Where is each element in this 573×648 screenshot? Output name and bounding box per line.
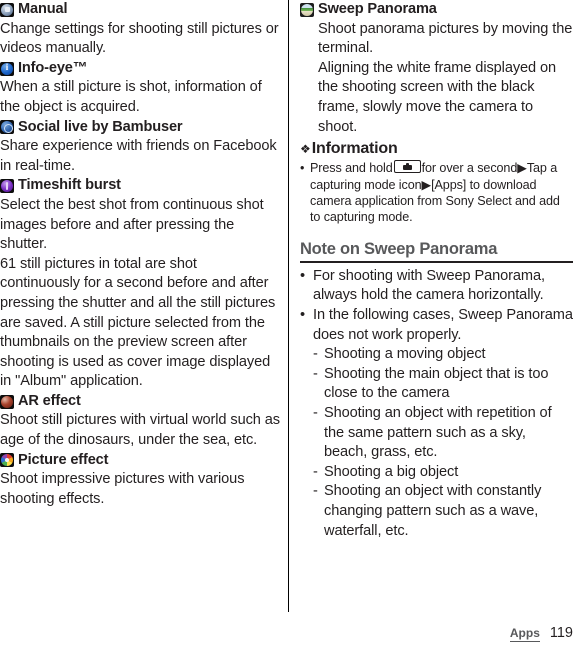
manual-dial-icon (0, 2, 14, 17)
info-eye-icon (0, 61, 14, 76)
entry-timeshift-burst-heading: Timeshift burst (0, 176, 280, 196)
note-sub-item: - Shooting the main object that is too c… (313, 365, 573, 404)
note-bullet-item: • For shooting with Sweep Panorama, alwa… (300, 267, 573, 306)
social-live-icon (0, 120, 14, 135)
note-sub-item: - Shooting a big object (313, 463, 573, 483)
note-bullet-text: In the following cases, Sweep Panorama d… (313, 306, 573, 343)
entry-ar-effect-title: AR effect (18, 392, 81, 409)
note-sub-text: Shooting the main object that is too clo… (324, 365, 549, 402)
diamond-bullet-icon: ❖ (300, 142, 311, 157)
entry-sweep-panorama-heading: Sweep Panorama (300, 0, 573, 20)
note-sub-item: - Shooting an object with constantly cha… (313, 482, 573, 541)
information-title: Information (311, 140, 398, 158)
note-bullet-item: • In the following cases, Sweep Panorama… (300, 306, 573, 541)
entry-timeshift-burst-body: Select the best shot from continuous sho… (0, 196, 264, 253)
bullet-glyph: • (300, 267, 306, 284)
entry-ar-effect-heading: AR effect (0, 392, 280, 412)
footer-page-number: 119 (549, 625, 573, 641)
dash-glyph: - (313, 463, 318, 480)
ar-effect-icon (0, 394, 14, 409)
dash-glyph: - (313, 346, 318, 363)
entry-social-live-body: Share experience with friends on Faceboo… (0, 138, 277, 174)
note-sub-text: Shooting an object with constantly chang… (324, 483, 542, 539)
dash-glyph: - (313, 404, 318, 421)
note-sub-item: - Shooting an object with repetition of … (313, 404, 573, 463)
entry-sweep-panorama: Sweep Panorama Shoot panorama pictures b… (300, 0, 573, 137)
dash-glyph: - (313, 483, 318, 500)
note-bullet-list: • For shooting with Sweep Panorama, alwa… (300, 267, 573, 541)
entry-info-eye-body: When a still picture is shot, informatio… (0, 79, 262, 115)
information-block: ❖ Information • Press and hold for over a… (300, 139, 573, 226)
note-sub-text: Shooting an object with repetition of th… (324, 404, 552, 461)
entry-picture-effect-title: Picture effect (18, 451, 109, 468)
entry-manual-heading: Manual (0, 0, 280, 20)
note-bullet-text-wrap: In the following cases, Sweep Panorama d… (313, 306, 573, 541)
camera-key-icon (393, 160, 421, 174)
entry-timeshift-burst-body-2: 61 still pictures in total are shot cont… (0, 255, 276, 390)
dash-glyph: - (313, 365, 318, 382)
entry-timeshift-burst: Timeshift burst Select the best shot fro… (0, 176, 280, 392)
entry-picture-effect-heading: Picture effect (0, 451, 280, 471)
note-sub-text: Shooting a moving object (324, 346, 486, 363)
entry-info-eye-title: Info-eye™ (18, 59, 88, 76)
note-bullet-text: For shooting with Sweep Panorama, always… (313, 267, 545, 304)
entry-picture-effect-body: Shoot impressive pictures with various s… (0, 471, 245, 507)
entry-manual: Manual Change settings for shooting stil… (0, 0, 280, 59)
information-item-text: Press and hold for over a second▶Tap a ca… (310, 160, 573, 226)
entry-sweep-panorama-body-2: Aligning the white frame displayed on th… (318, 59, 557, 135)
entry-ar-effect: AR effect Shoot still pictures with virt… (0, 392, 280, 451)
entry-picture-effect: Picture effect Shoot impressive pictures… (0, 451, 280, 510)
sweep-panorama-icon (300, 2, 314, 17)
entry-manual-title: Manual (18, 1, 68, 17)
entry-social-live-title: Social live by Bambuser (18, 118, 183, 135)
entry-timeshift-burst-title: Timeshift burst (18, 177, 121, 194)
note-sub-item: - Shooting a moving object (313, 345, 573, 365)
note-section: Note on Sweep Panorama • For shooting wi… (300, 239, 573, 541)
information-heading: ❖ Information (300, 139, 573, 159)
left-column: Manual Change settings for shooting stil… (0, 0, 288, 648)
note-sub-list: - Shooting a moving object - Shooting th… (313, 345, 573, 541)
entry-manual-body: Change settings for shooting still pictu… (0, 20, 279, 57)
entry-info-eye: Info-eye™ When a still picture is shot, … (0, 59, 280, 118)
entry-sweep-panorama-body: Shoot panorama pictures by moving the te… (318, 20, 573, 57)
right-column: Sweep Panorama Shoot panorama pictures b… (289, 0, 573, 648)
note-sub-text: Shooting a big object (324, 463, 459, 480)
timeshift-burst-icon (0, 179, 14, 194)
footer-chapter-label: Apps (509, 626, 540, 642)
bullet-glyph: • (300, 161, 305, 176)
information-list: • Press and hold for over a second▶Tap a … (300, 160, 573, 226)
note-section-heading: Note on Sweep Panorama (300, 239, 573, 263)
entry-info-eye-heading: Info-eye™ (0, 59, 280, 79)
entry-social-live: Social live by Bambuser Share experience… (0, 118, 280, 177)
information-item-text-before: Press and hold (310, 161, 393, 176)
manual-page: Manual Change settings for shooting stil… (0, 0, 573, 648)
picture-effect-icon (0, 453, 14, 468)
entry-social-live-heading: Social live by Bambuser (0, 118, 280, 138)
entry-sweep-panorama-title: Sweep Panorama (318, 1, 437, 17)
page-footer: Apps 119 (509, 625, 573, 642)
bullet-glyph: • (300, 306, 306, 323)
entry-ar-effect-body: Shoot still pictures with virtual world … (0, 412, 280, 449)
information-list-item: • Press and hold for over a second▶Tap a … (300, 160, 573, 226)
